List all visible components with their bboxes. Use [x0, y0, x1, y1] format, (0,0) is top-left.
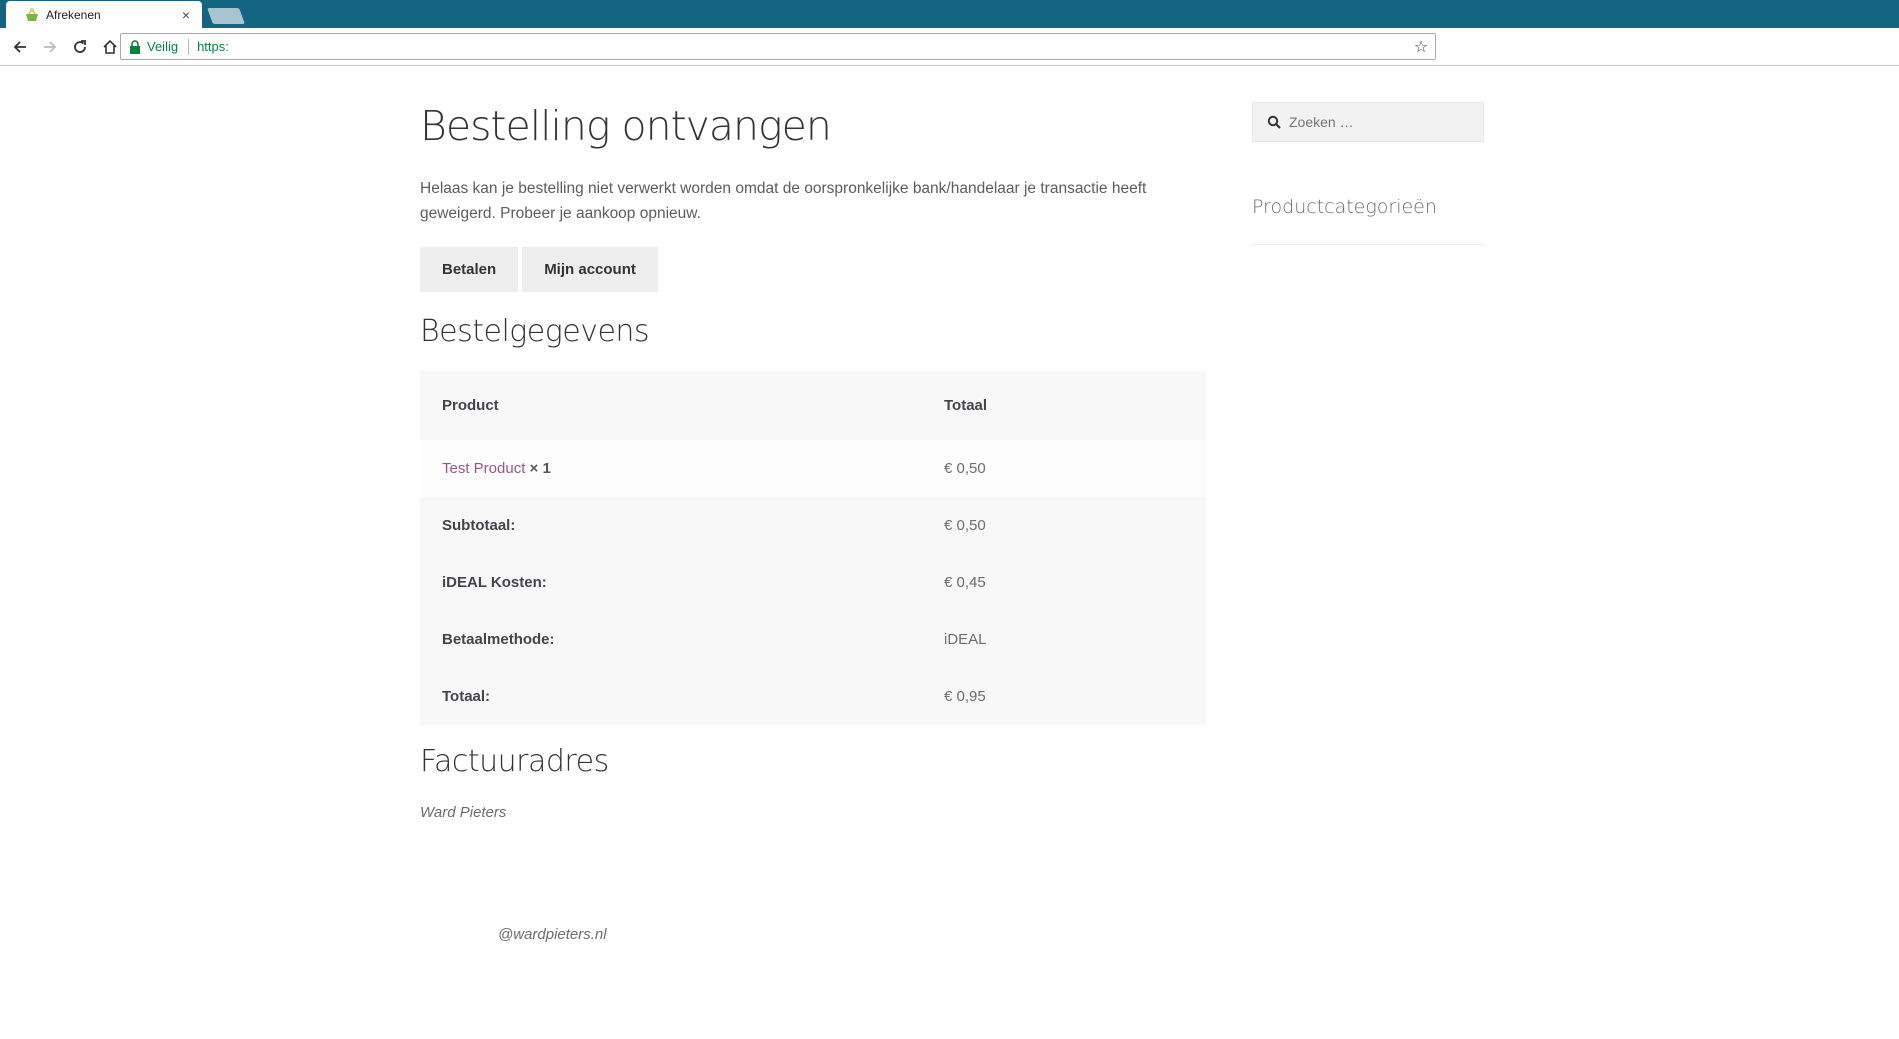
lock-icon: [130, 39, 140, 54]
ideal-fee-label: iDEAL Kosten:: [442, 574, 547, 591]
product-total: € 0,50: [944, 460, 986, 477]
widget-divider: [1252, 244, 1484, 245]
subtotal-value: € 0,50: [944, 517, 986, 534]
product-quantity: × 1: [529, 460, 551, 477]
table-row: Betaalmethode: iDEAL: [420, 611, 1206, 668]
search-icon: [1267, 115, 1281, 129]
order-failed-notice: Helaas kan je bestelling niet verwerkt w…: [420, 180, 1147, 222]
search-box: [1252, 102, 1484, 142]
product-link[interactable]: Test Product: [442, 460, 525, 477]
table-row: Subtotaal: € 0,50: [420, 497, 1206, 554]
ideal-fee-value: € 0,45: [944, 574, 986, 591]
tab-title: Afrekenen: [46, 8, 101, 22]
bookmark-star-icon[interactable]: ☆: [1407, 37, 1435, 57]
table-header-row: Product Totaal: [420, 371, 1206, 440]
page-title: Bestelling ontvangen: [420, 102, 832, 150]
billing-address-heading: Factuuradres: [420, 744, 609, 779]
order-total-value: € 0,95: [944, 688, 986, 705]
new-tab-button[interactable]: [207, 8, 245, 24]
subtotal-label: Subtotaal:: [442, 517, 516, 534]
basket-favicon-icon: [24, 7, 40, 23]
table-row: Totaal: € 0,95: [420, 668, 1206, 725]
back-arrow-icon[interactable]: [6, 33, 34, 61]
billing-name: Ward Pieters: [420, 804, 507, 821]
browser-tab[interactable]: Afrekenen ×: [6, 1, 202, 29]
footer-credit: @wardpieters.nl: [498, 926, 607, 943]
address-bar[interactable]: Veilig https: ☆: [120, 33, 1436, 60]
table-row: iDEAL Kosten: € 0,45: [420, 554, 1206, 611]
table-row: Test Product × 1 € 0,50: [420, 440, 1206, 497]
order-total-label: Totaal:: [442, 688, 491, 705]
column-header-total: Totaal: [944, 397, 988, 414]
reload-icon[interactable]: [66, 33, 94, 61]
column-header-product: Product: [442, 397, 499, 414]
pay-button[interactable]: Betalen: [420, 247, 519, 292]
my-account-button[interactable]: Mijn account: [522, 247, 658, 292]
order-details-table: Product Totaal Test Product × 1 € 0,50 S…: [420, 371, 1206, 725]
url-text[interactable]: https:: [197, 39, 1407, 54]
product-cell: Test Product × 1: [420, 440, 922, 497]
product-categories-heading: Productcategorieën: [1252, 196, 1437, 218]
browser-tab-bar: Afrekenen ×: [0, 0, 1899, 29]
omnibox-separator: [188, 38, 190, 55]
search-input[interactable]: [1289, 114, 1469, 130]
browser-toolbar: Veilig https: ☆: [0, 28, 1899, 66]
forward-arrow-icon[interactable]: [36, 33, 64, 61]
payment-method-value: iDEAL: [944, 631, 987, 648]
secure-label: Veilig: [147, 39, 179, 54]
tab-close-icon[interactable]: ×: [176, 7, 196, 23]
order-details-heading: Bestelgegevens: [420, 314, 650, 349]
order-actions: Betalen Mijn account: [420, 247, 658, 292]
payment-method-label: Betaalmethode:: [442, 631, 555, 648]
